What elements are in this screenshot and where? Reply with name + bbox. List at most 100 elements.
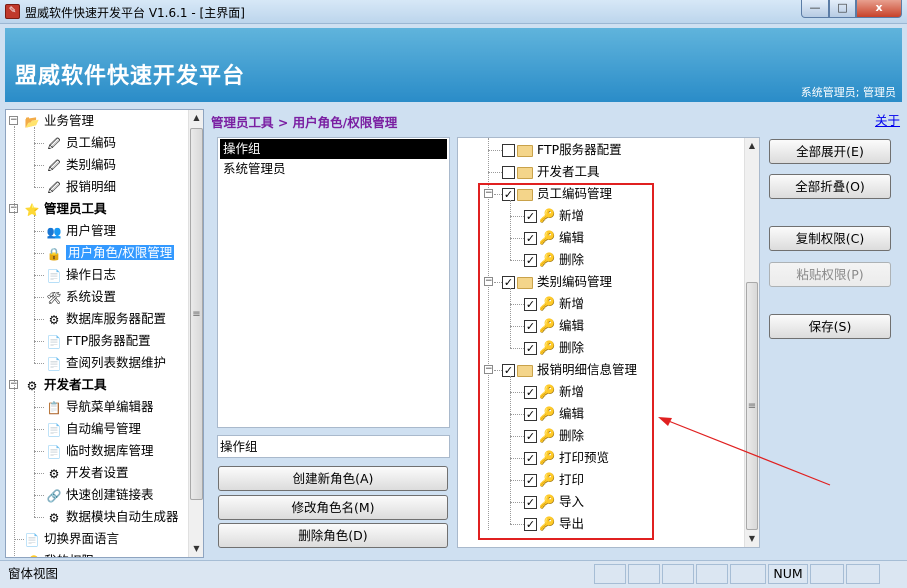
- nav-item-label: 临时数据库管理: [66, 443, 154, 458]
- scroll-up-arrow-icon[interactable]: ▲: [189, 110, 203, 126]
- tree-expander-icon[interactable]: −: [9, 116, 18, 125]
- nav-group-label: 开发者工具: [44, 377, 107, 392]
- tree-connector: [34, 517, 44, 518]
- tree-connector: [34, 495, 44, 496]
- permission-module[interactable]: 开发者工具: [502, 162, 600, 182]
- nav-item-icon: 📋: [46, 400, 62, 415]
- status-pane: [628, 564, 660, 584]
- nav-item-label: 用户角色/权限管理: [66, 245, 175, 260]
- nav-item[interactable]: 📋 导航菜单编辑器: [46, 397, 154, 417]
- scroll-up-arrow-icon[interactable]: ▲: [745, 138, 759, 154]
- nav-group[interactable]: ⚙ 开发者工具: [24, 375, 107, 395]
- nav-group[interactable]: 🔑 我的权限: [24, 551, 95, 557]
- paste-permissions-button[interactable]: 粘贴权限(P): [769, 262, 891, 287]
- nav-item[interactable]: 📄 自动编号管理: [46, 419, 142, 439]
- nav-item[interactable]: 📄 查阅列表数据维护: [46, 353, 167, 373]
- expand-all-button[interactable]: 全部展开(E): [769, 139, 891, 164]
- unchecked-checkbox[interactable]: [502, 166, 515, 179]
- tree-connector: [34, 165, 44, 166]
- highlight-box: [478, 183, 654, 540]
- nav-item[interactable]: 🖉 类别编码: [46, 155, 116, 175]
- nav-item[interactable]: ⚙ 数据库服务器配置: [46, 309, 166, 329]
- nav-group-label: 我的权限: [44, 553, 94, 557]
- copy-permissions-button[interactable]: 复制权限(C): [769, 226, 891, 251]
- permission-module[interactable]: FTP服务器配置: [502, 140, 622, 160]
- breadcrumb: 管理员工具 > 用户角色/权限管理: [211, 115, 398, 130]
- nav-group[interactable]: 📄 切换界面语言: [24, 529, 120, 549]
- status-pane: [810, 564, 844, 584]
- tree-connector: [34, 391, 35, 517]
- minimize-button[interactable]: —: [801, 0, 829, 18]
- nav-item[interactable]: 📄 操作日志: [46, 265, 117, 285]
- tree-connector: [34, 297, 44, 298]
- nav-item[interactable]: 📄 FTP服务器配置: [46, 331, 151, 351]
- folder-icon: [517, 144, 533, 157]
- nav-item[interactable]: 🛠 系统设置: [46, 287, 116, 307]
- nav-group[interactable]: ⭐ 管理员工具: [24, 199, 107, 219]
- nav-item[interactable]: ⚙ 开发者设置: [46, 463, 129, 483]
- nav-item[interactable]: 👥 用户管理: [46, 221, 117, 241]
- app-icon: ✎: [5, 4, 20, 19]
- rename-role-button[interactable]: 修改角色名(M): [218, 495, 448, 520]
- tree-connector: [34, 429, 44, 430]
- tree-connector: [34, 407, 44, 408]
- save-button[interactable]: 保存(S): [769, 314, 891, 339]
- nav-item[interactable]: ⚙ 数据模块自动生成器: [46, 507, 179, 527]
- role-item[interactable]: 操作组: [220, 139, 447, 159]
- collapse-all-button[interactable]: 全部折叠(O): [769, 174, 891, 199]
- scroll-down-arrow-icon[interactable]: ▼: [745, 531, 759, 547]
- scroll-down-arrow-icon[interactable]: ▼: [189, 541, 203, 557]
- nav-group-icon: ⚙: [26, 378, 38, 393]
- window-title: 盟威软件快速开发平台 V1.6.1 - [主界面]: [25, 6, 245, 20]
- status-pane: [696, 564, 728, 584]
- nav-item-label: 系统设置: [66, 289, 117, 304]
- tree-connector: [34, 473, 44, 474]
- tree-connector: [34, 341, 44, 342]
- nav-item-icon: ⚙: [48, 312, 60, 327]
- nav-item[interactable]: 📄 临时数据库管理: [46, 441, 154, 461]
- nav-item-label: 快速创建链接表: [66, 487, 154, 502]
- delete-role-button[interactable]: 删除角色(D): [218, 523, 448, 548]
- nav-item-icon: ⚙: [48, 466, 60, 481]
- role-item[interactable]: 系统管理员: [220, 159, 447, 179]
- nav-item[interactable]: 🔗 快速创建链接表: [46, 485, 154, 505]
- current-user: 系统管理员; 管理员: [800, 86, 896, 99]
- maximize-button[interactable]: □: [829, 0, 856, 18]
- tree-connector: [34, 143, 44, 144]
- sidebar-scrollbar[interactable]: ▲ ≡ ▼: [188, 110, 203, 557]
- nav-item-label: 导航菜单编辑器: [66, 399, 154, 414]
- close-button[interactable]: x: [856, 0, 902, 18]
- status-pane: [662, 564, 694, 584]
- role-list[interactable]: 操作组 系统管理员: [217, 137, 450, 428]
- role-name-input[interactable]: 操作组: [217, 435, 450, 458]
- create-role-button[interactable]: 创建新角色(A): [218, 466, 448, 491]
- nav-item[interactable]: 🖉 员工编码: [46, 133, 116, 153]
- tree-connector: [34, 253, 44, 254]
- tree-connector: [34, 231, 44, 232]
- nav-item[interactable]: 🔒 用户角色/权限管理: [46, 243, 175, 263]
- unchecked-checkbox[interactable]: [502, 144, 515, 157]
- permission-module-label: FTP服务器配置: [537, 142, 622, 157]
- title-bar: ✎ 盟威软件快速开发平台 V1.6.1 - [主界面] — □ x: [0, 0, 907, 24]
- nav-group-label: 业务管理: [44, 113, 95, 128]
- nav-item-icon: 🖉: [47, 180, 61, 195]
- nav-item[interactable]: 🖉 报销明细: [46, 177, 116, 197]
- permission-module-label: 开发者工具: [537, 164, 600, 179]
- nav-item-label: 开发者设置: [66, 465, 129, 480]
- nav-item-label: 类别编码: [66, 157, 117, 172]
- nav-group-icon: ⭐: [24, 202, 40, 217]
- sidebar-scroll-thumb[interactable]: ≡: [190, 128, 203, 500]
- nav-group-icon: 📄: [24, 532, 40, 547]
- nav-item-icon: 📄: [46, 422, 62, 437]
- nav-group-icon: 📂: [24, 114, 40, 129]
- nav-item-icon: 📄: [46, 334, 62, 349]
- nav-item-label: 查阅列表数据维护: [66, 355, 167, 370]
- about-link[interactable]: 关于: [875, 110, 900, 129]
- tree-connector: [488, 150, 502, 151]
- nav-item-icon: 🔒: [46, 246, 62, 261]
- nav-sidebar: − 📂 业务管理 🖉 员工编码 🖉 类别编码 🖉 报销明细 − ⭐ 管理员工具 👥 用户管理 🔒 用户角色/权…: [5, 109, 204, 558]
- tree-connector: [488, 172, 502, 173]
- nav-item-icon: 🛠: [46, 290, 62, 305]
- nav-item-icon: 🖉: [47, 158, 61, 173]
- nav-item-label: 用户管理: [66, 223, 117, 238]
